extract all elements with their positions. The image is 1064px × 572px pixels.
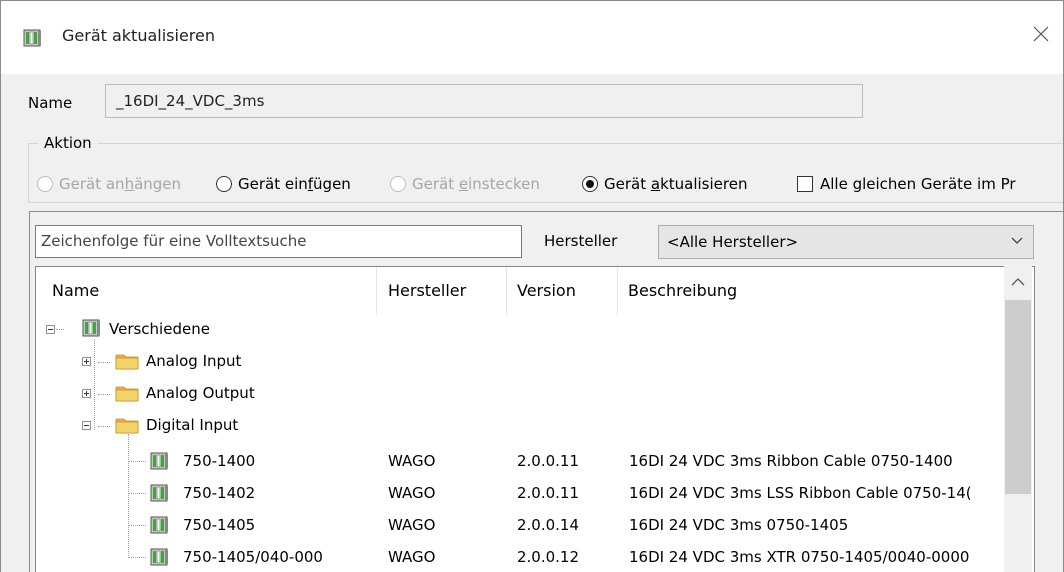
chevron-up-icon[interactable] (1011, 277, 1025, 286)
title-bar: Gerät aktualisieren (1, 1, 1063, 74)
device-module-icon (23, 28, 43, 48)
vertical-scrollbar[interactable] (1004, 266, 1032, 572)
table-row[interactable]: 750-1400 WAGO 2.0.0.11 16DI 24 VDC 3ms R… (36, 447, 1026, 475)
chevron-down-icon (1011, 237, 1023, 244)
row-description: 16DI 24 VDC 3ms 0750-1405 (629, 516, 849, 534)
radio-circle (216, 176, 232, 192)
checkbox-box (797, 176, 813, 192)
radio-circle-selected (582, 176, 598, 192)
radio-append-device: Gerät anhängen (37, 172, 181, 196)
radio-update-device[interactable]: Gerät aktualisieren (582, 172, 747, 196)
row-vendor: WAGO (388, 516, 436, 534)
row-name: Digital Input (146, 416, 239, 434)
close-icon (1033, 26, 1049, 42)
device-module-icon (150, 515, 170, 535)
expand-toggle[interactable] (82, 389, 91, 398)
row-name: Analog Input (146, 352, 242, 370)
row-version: 2.0.0.12 (517, 548, 580, 566)
row-name: Analog Output (146, 384, 255, 402)
tree-row-analog-input[interactable]: Analog Input (36, 347, 1026, 375)
vendor-select-value: <Alle Hersteller> (667, 233, 799, 251)
row-description: 16DI 24 VDC 3ms LSS Ribbon Cable 0750-14… (629, 484, 972, 502)
device-tree-table: Name Hersteller Version Beschreibung Ver… (35, 266, 1035, 572)
device-module-icon (150, 547, 170, 567)
table-row[interactable]: 750-1402 WAGO 2.0.0.11 16DI 24 VDC 3ms L… (36, 479, 1026, 507)
name-field: _16DI_24_VDC_3ms (105, 84, 863, 118)
collapse-toggle[interactable] (46, 325, 55, 334)
table-row[interactable]: 750-1405/040-000 WAGO 2.0.0.12 16DI 24 V… (36, 543, 1026, 571)
radio-circle (37, 176, 53, 192)
update-device-dialog: Gerät aktualisieren Name _16DI_24_VDC_3m… (0, 0, 1064, 572)
row-name: 750-1402 (183, 484, 256, 502)
row-name: 750-1405 (183, 516, 256, 534)
row-version: 2.0.0.11 (517, 484, 580, 502)
table-row[interactable]: 750-1405 WAGO 2.0.0.14 16DI 24 VDC 3ms 0… (36, 511, 1026, 539)
collapse-toggle[interactable] (82, 421, 91, 430)
row-version: 2.0.0.14 (517, 516, 580, 534)
tree-row-analog-output[interactable]: Analog Output (36, 379, 1026, 407)
row-vendor: WAGO (388, 484, 436, 502)
action-legend: Aktion (38, 134, 98, 152)
radio-plug-device: Gerät einstecken (390, 172, 540, 196)
tree-row-digital-input[interactable]: Digital Input (36, 411, 1026, 439)
row-vendor: WAGO (388, 548, 436, 566)
dialog-title: Gerät aktualisieren (62, 26, 215, 45)
row-description: 16DI 24 VDC 3ms XTR 0750-1405/0040-0000 (629, 548, 970, 566)
column-header-description[interactable]: Beschreibung (628, 267, 737, 315)
vendor-select[interactable]: <Alle Hersteller> (658, 225, 1034, 259)
row-description: 16DI 24 VDC 3ms Ribbon Cable 0750-1400 (629, 452, 953, 470)
row-name: 750-1400 (183, 452, 256, 470)
close-button[interactable] (1019, 13, 1063, 63)
device-module-icon (82, 318, 102, 338)
name-label: Name (28, 94, 73, 112)
folder-icon (115, 384, 139, 402)
radio-circle (390, 176, 406, 192)
row-version: 2.0.0.11 (517, 452, 580, 470)
row-name: Verschiedene (109, 320, 210, 338)
checkbox-all-same-devices[interactable]: Alle gleichen Geräte im Pr (797, 172, 1016, 196)
device-module-icon (150, 483, 170, 503)
column-header-vendor[interactable]: Hersteller (388, 267, 466, 315)
column-header-name[interactable]: Name (52, 267, 99, 315)
device-module-icon (150, 451, 170, 471)
column-header-version[interactable]: Version (517, 267, 576, 315)
scrollbar-thumb[interactable] (1005, 300, 1031, 494)
vendor-label: Hersteller (544, 232, 618, 250)
tree-row-verschiedene[interactable]: Verschiedene (36, 315, 1026, 343)
checkbox-label: Alle gleichen Geräte im Pr (820, 175, 1016, 193)
row-name: 750-1405/040-000 (183, 548, 323, 566)
folder-icon (115, 352, 139, 370)
expand-toggle[interactable] (82, 357, 91, 366)
fulltext-search-input[interactable]: Zeichenfolge für eine Volltextsuche (35, 225, 522, 258)
radio-insert-device[interactable]: Gerät einfügen (216, 172, 351, 196)
folder-open-icon (115, 416, 139, 434)
row-vendor: WAGO (388, 452, 436, 470)
